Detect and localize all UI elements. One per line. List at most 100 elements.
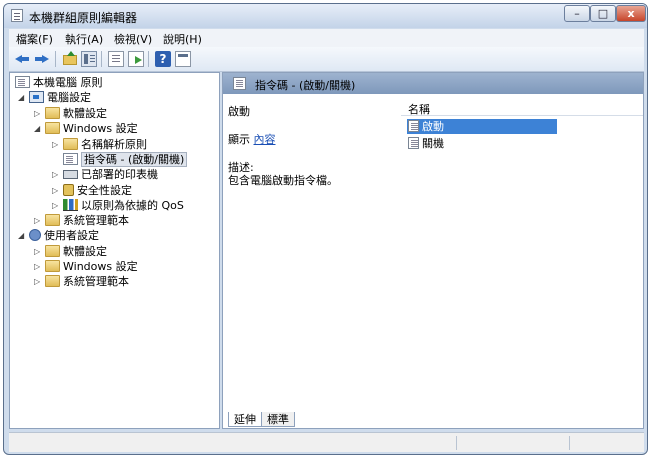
tree-node-admin-templates[interactable]: ▷ 系統管理範本 — [34, 213, 129, 228]
tree-root-label: 本機電腦 原則 — [33, 76, 103, 89]
list-item-label: 關機 — [422, 137, 444, 150]
menu-view[interactable]: 檢視(V) — [114, 31, 152, 47]
tree-node-label: 軟體設定 — [63, 107, 107, 120]
properties-icon[interactable] — [108, 51, 124, 67]
folder-icon — [45, 122, 60, 134]
console-tree: 本機電腦 原則 ◢ 電腦設定 ▷ 軟體設定 ◢ Windows 設定 ▷ 名稱解析原則 … — [9, 72, 220, 429]
help-icon[interactable]: ? — [155, 51, 171, 67]
close-button[interactable]: x — [616, 5, 646, 22]
expand-triangle-icon[interactable]: ▷ — [52, 167, 62, 182]
expand-triangle-icon[interactable]: ▷ — [34, 106, 44, 121]
details-header-title: 指令碼 - (啟動/關機) — [255, 79, 356, 92]
maximize-button[interactable]: □ — [590, 5, 616, 22]
script-document-icon — [63, 153, 78, 165]
folder-icon — [63, 138, 78, 150]
tree-node-policy-qos[interactable]: ▷ 以原則為依據的 QoS — [52, 198, 184, 213]
status-separator — [456, 436, 457, 450]
tree-node-user-windows-settings[interactable]: ▷ Windows 設定 — [34, 259, 138, 274]
status-bar — [9, 432, 644, 452]
bar-chart-icon — [63, 199, 78, 211]
toolbar-separator — [101, 51, 102, 67]
menu-help[interactable]: 說明(H) — [163, 31, 202, 47]
show-label: 顯示 — [228, 133, 250, 146]
tree-node-scripts[interactable]: 指令碼 - (啟動/關機) — [52, 152, 188, 167]
tree-node-user-config[interactable]: ◢ 使用者設定 — [18, 228, 99, 243]
menu-action[interactable]: 執行(A) — [65, 31, 103, 47]
app-icon — [11, 9, 23, 22]
window-title: 本機群組原則編輯器 — [29, 11, 138, 25]
mmc-window: 本機群組原則編輯器 – □ x 檔案(F) 執行(A) 檢視(V) 說明(H) … — [3, 3, 648, 455]
back-arrow-icon[interactable] — [14, 51, 30, 67]
tree-node-label: 電腦設定 — [47, 91, 91, 104]
tree-node-name-resolution[interactable]: ▷ 名稱解析原則 — [52, 137, 147, 152]
tree-node-label: 安全性設定 — [77, 184, 132, 197]
scripts-list: 名稱 啟動 關機 — [401, 94, 643, 412]
folder-icon — [45, 275, 60, 287]
toolbar-separator — [55, 51, 56, 67]
tree-node-label: Windows 設定 — [63, 260, 138, 273]
user-icon — [29, 229, 41, 241]
column-header-label: 名稱 — [408, 103, 430, 116]
status-separator — [569, 436, 570, 450]
tree-node-label: 使用者設定 — [44, 229, 99, 242]
details-pane: 指令碼 - (啟動/關機) 啟動 顯示 內容 描述: 包含電腦啟動指令檔。 名稱… — [222, 72, 644, 429]
tree-node-computer-config[interactable]: ◢ 電腦設定 — [18, 90, 91, 105]
list-item-label: 啟動 — [422, 120, 444, 133]
expand-triangle-icon[interactable]: ▷ — [52, 198, 62, 213]
tree-node-deployed-printers[interactable]: ▷ 已部署的印表機 — [52, 167, 158, 182]
show-properties-row: 顯示 內容 — [228, 131, 276, 147]
policy-document-icon — [15, 76, 30, 88]
tree-node-label: 已部署的印表機 — [81, 168, 158, 181]
expand-triangle-icon[interactable]: ▷ — [52, 137, 62, 152]
description-text: 包含電腦啟動指令檔。 — [228, 174, 338, 187]
list-item-startup[interactable]: 啟動 — [407, 119, 557, 134]
show-tree-icon[interactable] — [81, 51, 97, 67]
expand-triangle-icon[interactable]: ▷ — [34, 244, 44, 259]
tree-node-windows-settings[interactable]: ◢ Windows 設定 — [34, 121, 138, 136]
tree-node-label: 以原則為依據的 QoS — [81, 199, 184, 212]
details-header: 指令碼 - (啟動/關機) — [223, 73, 643, 94]
list-item-shutdown[interactable]: 關機 — [407, 136, 557, 151]
tree-node-label: 軟體設定 — [63, 245, 107, 258]
tab-extended[interactable]: 延伸 — [228, 412, 262, 427]
collapse-triangle-icon[interactable]: ◢ — [18, 90, 28, 105]
view-icon[interactable] — [175, 51, 191, 67]
lock-icon — [63, 184, 74, 196]
up-folder-icon[interactable] — [62, 51, 78, 67]
folder-icon — [45, 245, 60, 257]
folder-icon — [45, 260, 60, 272]
properties-link[interactable]: 內容 — [254, 133, 276, 146]
expand-triangle-icon[interactable]: ▷ — [34, 259, 44, 274]
tree-node-user-software-settings[interactable]: ▷ 軟體設定 — [34, 244, 107, 259]
folder-icon — [45, 214, 60, 226]
tree-node-label: 名稱解析原則 — [81, 138, 147, 151]
expand-triangle-icon[interactable]: ▷ — [34, 274, 44, 289]
expand-triangle-icon[interactable]: ▷ — [34, 213, 44, 228]
expand-triangle-icon[interactable]: ▷ — [52, 183, 62, 198]
tree-node-user-admin-templates[interactable]: ▷ 系統管理範本 — [34, 274, 129, 289]
tree-node-label: 指令碼 - (啟動/關機) — [81, 152, 188, 167]
computer-icon — [29, 91, 44, 103]
tree-root[interactable]: 本機電腦 原則 — [14, 75, 103, 90]
collapse-triangle-icon[interactable]: ◢ — [34, 121, 44, 136]
tab-standard[interactable]: 標準 — [261, 412, 295, 427]
script-document-icon — [408, 120, 419, 132]
printer-icon — [63, 170, 78, 179]
toolbar-separator — [148, 51, 149, 67]
tree-node-label: 系統管理範本 — [63, 214, 129, 227]
menu-file[interactable]: 檔案(F) — [16, 31, 53, 47]
menu-bar: 檔案(F) 執行(A) 檢視(V) 說明(H) — [9, 29, 644, 47]
tree-node-software-settings[interactable]: ▷ 軟體設定 — [34, 106, 107, 121]
folder-icon — [45, 107, 60, 119]
tree-node-security-settings[interactable]: ▷ 安全性設定 — [52, 183, 132, 198]
forward-arrow-icon[interactable] — [34, 51, 50, 67]
collapse-triangle-icon[interactable]: ◢ — [18, 228, 28, 243]
script-document-icon — [233, 77, 246, 90]
export-list-icon[interactable] — [128, 51, 144, 67]
title-bar[interactable]: 本機群組原則編輯器 – □ x — [4, 4, 647, 28]
toolbar: ? — [9, 47, 644, 72]
minimize-button[interactable]: – — [564, 5, 590, 22]
view-tabs: 延伸 標準 — [228, 412, 348, 428]
selected-setting-name: 啟動 — [228, 105, 250, 118]
column-header-name[interactable]: 名稱 — [401, 94, 643, 116]
